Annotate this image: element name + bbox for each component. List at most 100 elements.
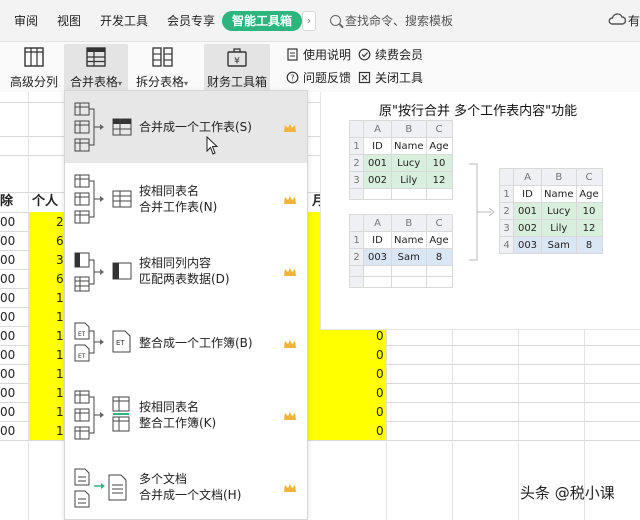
crown-icon bbox=[284, 340, 296, 348]
data-cell: 002 bbox=[363, 171, 392, 189]
row-number: 4 bbox=[499, 236, 514, 254]
cell[interactable]: 0 bbox=[376, 403, 384, 421]
menu-item-merge-into-workbook[interactable]: ET ET ET 整合成一个工作簿(B) bbox=[65, 307, 307, 379]
col-letter: C bbox=[425, 214, 453, 232]
watermark: 头条 @税小课 bbox=[520, 484, 615, 502]
cell[interactable]: 00 bbox=[0, 384, 15, 402]
tab-review[interactable]: 审阅 bbox=[14, 11, 38, 31]
advanced-split-button[interactable]: 高级分列 bbox=[8, 44, 60, 92]
feedback-link[interactable]: ? 问题反馈 bbox=[286, 70, 351, 86]
cell[interactable]: 1 bbox=[56, 289, 64, 307]
menu-item-match-by-column[interactable]: 按相同列内容 匹配两表数据(D) bbox=[65, 235, 307, 307]
tab-view[interactable]: 视图 bbox=[57, 11, 81, 31]
data-cell: 001 bbox=[513, 202, 542, 220]
cell[interactable]: 6 bbox=[56, 270, 64, 288]
col-letter: B bbox=[391, 214, 427, 232]
cell[interactable]: 6 bbox=[56, 232, 64, 250]
merge-table-label: 合并表格 bbox=[69, 75, 118, 89]
tab-developer[interactable]: 开发工具 bbox=[100, 11, 148, 31]
document-icon bbox=[287, 48, 298, 61]
data-cell: 002 bbox=[513, 219, 542, 237]
cell[interactable]: 00 bbox=[0, 213, 15, 231]
row-number: 1 bbox=[349, 137, 364, 155]
cell[interactable]: 00 bbox=[0, 270, 15, 288]
cell[interactable]: 00 bbox=[0, 403, 15, 421]
cloud-icon[interactable] bbox=[608, 12, 626, 26]
crown-icon bbox=[284, 412, 296, 420]
cell[interactable]: 00 bbox=[0, 346, 15, 364]
source-table-2: ABC 1 ID Name Age 2 003 Sam 8 bbox=[349, 214, 453, 288]
cell[interactable]: 1 bbox=[56, 327, 64, 345]
cell[interactable]: 00 bbox=[0, 365, 15, 383]
crown-icon bbox=[284, 268, 296, 276]
cell[interactable]: 1 bbox=[56, 346, 64, 364]
menu-item-merge-by-same-name[interactable]: 按相同表名 合并工作表(N) bbox=[65, 163, 307, 235]
menu-item-merge-documents[interactable]: 多个文档 合并成一个文档(H) bbox=[65, 451, 307, 520]
cell[interactable]: 3 bbox=[56, 251, 64, 269]
row-number: 1 bbox=[349, 231, 364, 249]
data-cell: 10 bbox=[425, 154, 453, 172]
crown-icon bbox=[284, 196, 296, 204]
search-placeholder: 查找命令、搜索模板 bbox=[345, 14, 454, 28]
feedback-label: 问题反馈 bbox=[303, 71, 352, 85]
cell[interactable]: 00 bbox=[0, 327, 15, 345]
header-cell: 个人 bbox=[32, 194, 59, 209]
question-circle-icon: ? bbox=[286, 71, 299, 84]
cell[interactable]: 1 bbox=[56, 308, 64, 326]
top-tab-bar: 审阅 视图 开发工具 会员专享 智能工具箱 › 查找命令、搜索模板 有 bbox=[0, 0, 640, 42]
preview-title: 原"按行合并 多个工作表内容"功能 bbox=[379, 104, 578, 119]
cell[interactable]: 1 bbox=[56, 422, 64, 440]
merge-table-icon bbox=[86, 47, 106, 67]
row-number: 3 bbox=[499, 219, 514, 237]
renew-member-link[interactable]: 续费会员 bbox=[358, 47, 423, 63]
split-table-icon bbox=[152, 47, 173, 67]
split-table-button[interactable]: 拆分表格▾ bbox=[132, 44, 192, 92]
tab-smart-toolbox[interactable]: 智能工具箱 bbox=[222, 11, 303, 31]
cell[interactable]: 0 bbox=[376, 384, 384, 402]
close-tool-link[interactable]: 关闭工具 bbox=[358, 70, 423, 86]
usage-guide-label: 使用说明 bbox=[303, 48, 352, 62]
cell[interactable]: 00 bbox=[0, 308, 15, 326]
split-columns-icon bbox=[24, 47, 44, 67]
data-cell: 10 bbox=[575, 202, 603, 220]
cell[interactable]: 0 bbox=[376, 365, 384, 383]
menu-item-sublabel: 合并成一个文档(H) bbox=[139, 488, 242, 502]
row-number: 1 bbox=[499, 185, 514, 203]
tab-more-button[interactable]: › bbox=[302, 11, 316, 31]
merge-table-button[interactable]: 合并表格▾ bbox=[64, 44, 128, 92]
svg-text:¥: ¥ bbox=[234, 57, 240, 67]
cell[interactable]: 00 bbox=[0, 422, 15, 440]
svg-text:?: ? bbox=[290, 74, 294, 83]
menu-item-label: 按相同表名 bbox=[139, 400, 200, 414]
menu-item-integrate-by-same-name[interactable]: 按相同表名 整合工作簿(K) bbox=[65, 379, 307, 451]
header-cell: ID bbox=[513, 185, 542, 203]
search-icon bbox=[330, 15, 341, 26]
header-cell: 除 bbox=[0, 194, 14, 209]
data-cell: Lily bbox=[541, 219, 577, 237]
header-cell: ID bbox=[363, 231, 392, 249]
cell[interactable]: 00 bbox=[0, 251, 15, 269]
cell[interactable]: 0 bbox=[376, 346, 384, 364]
tab-member[interactable]: 会员专享 bbox=[167, 11, 215, 31]
data-cell: Lily bbox=[391, 171, 427, 189]
col-letter: A bbox=[513, 168, 542, 186]
cell[interactable]: 0 bbox=[376, 422, 384, 440]
cell[interactable]: 00 bbox=[0, 289, 15, 307]
row-number: 2 bbox=[349, 154, 364, 172]
menu-item-label: 整合成一个工作簿(B) bbox=[139, 336, 253, 350]
usage-guide-link[interactable]: 使用说明 bbox=[286, 47, 351, 63]
result-table: ABC 1 ID Name Age 2 001 Lucy 10 3 002 Lily 12 4 00… bbox=[499, 168, 603, 254]
header-cell: Age bbox=[425, 231, 453, 249]
header-cell: Name bbox=[541, 185, 577, 203]
cell[interactable]: 00 bbox=[0, 232, 15, 250]
col-letter: C bbox=[575, 168, 603, 186]
command-search[interactable]: 查找命令、搜索模板 bbox=[330, 11, 530, 31]
finance-toolbox-button[interactable]: ¥ 财务工具箱 bbox=[204, 44, 270, 92]
merge-sheets-icon bbox=[74, 102, 132, 152]
cell[interactable]: 2 bbox=[56, 213, 64, 231]
cell[interactable]: 1 bbox=[56, 403, 64, 421]
menu-item-merge-into-one-sheet[interactable]: 合并成一个工作表(S) bbox=[65, 91, 307, 163]
cell[interactable]: 1 bbox=[56, 384, 64, 402]
cell[interactable]: 1 bbox=[56, 365, 64, 383]
cloud-label[interactable]: 有 bbox=[628, 11, 640, 31]
